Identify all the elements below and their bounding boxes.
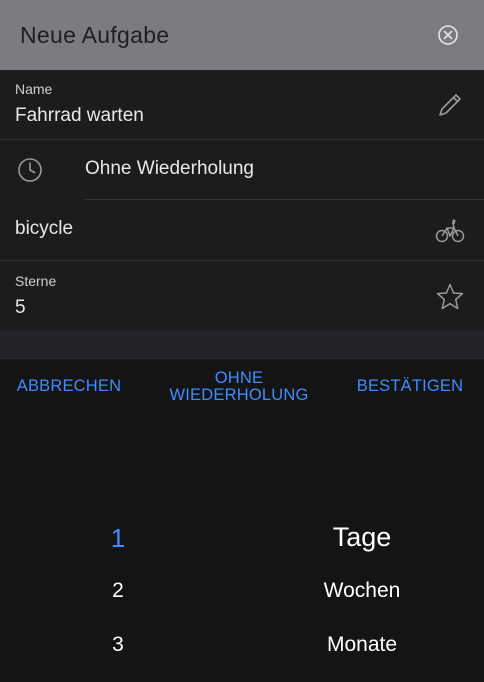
number-option[interactable]: 2 xyxy=(88,579,148,603)
divider xyxy=(85,199,484,200)
no-repeat-line-2: WIEDERHOLUNG xyxy=(169,386,309,404)
divider xyxy=(0,260,484,261)
name-label: Name xyxy=(15,81,53,97)
no-repeat-line-1: OHNE xyxy=(214,369,264,387)
pencil-icon[interactable] xyxy=(437,92,463,118)
name-field[interactable]: Fahrrad warten xyxy=(15,105,144,127)
close-icon[interactable] xyxy=(436,23,460,47)
cancel-button[interactable]: ABBRECHEN xyxy=(8,378,130,395)
repeat-field[interactable]: Ohne Wiederholung xyxy=(85,158,254,180)
number-option[interactable]: 3 xyxy=(88,633,148,657)
dialog-title: Neue Aufgabe xyxy=(20,22,170,48)
divider xyxy=(0,139,484,140)
number-option-selected[interactable]: 1 xyxy=(88,523,148,554)
icon-field[interactable]: bicycle xyxy=(15,218,73,240)
unit-option-selected[interactable]: Tage xyxy=(262,522,462,553)
clock-icon xyxy=(18,158,42,182)
no-repeat-button[interactable]: OHNE WIEDERHOLUNG xyxy=(150,370,328,404)
bicycle-icon[interactable] xyxy=(435,218,465,244)
stars-field[interactable]: 5 xyxy=(15,297,26,319)
section-gap xyxy=(0,330,484,358)
unit-option[interactable]: Wochen xyxy=(262,579,462,603)
stars-label: Sterne xyxy=(15,273,57,289)
confirm-button[interactable]: BESTÄTIGEN xyxy=(350,378,470,395)
unit-option[interactable]: Monate xyxy=(262,633,462,657)
dialog-header: Neue Aufgabe xyxy=(0,0,484,70)
star-icon[interactable] xyxy=(435,282,465,312)
